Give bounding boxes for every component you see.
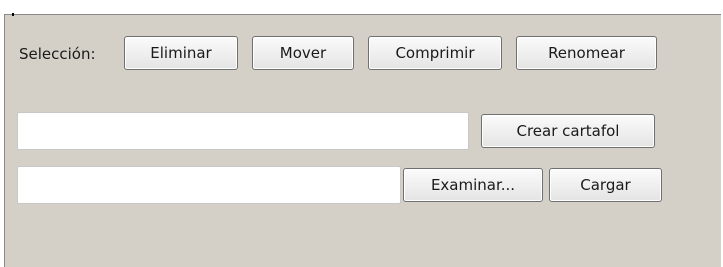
- move-button[interactable]: Mover: [252, 36, 354, 70]
- upload-file-input[interactable]: [17, 166, 401, 204]
- delete-button[interactable]: Eliminar: [124, 36, 238, 70]
- upload-button[interactable]: Cargar: [549, 168, 662, 202]
- create-folder-button[interactable]: Crear cartafol: [481, 114, 655, 148]
- corner-mark: [12, 13, 14, 16]
- rename-button[interactable]: Renomear: [516, 36, 657, 70]
- compress-button[interactable]: Comprimir: [368, 36, 502, 70]
- browse-button[interactable]: Examinar...: [403, 168, 543, 202]
- folder-name-input[interactable]: [17, 112, 469, 150]
- selection-label: Selección:: [19, 45, 96, 63]
